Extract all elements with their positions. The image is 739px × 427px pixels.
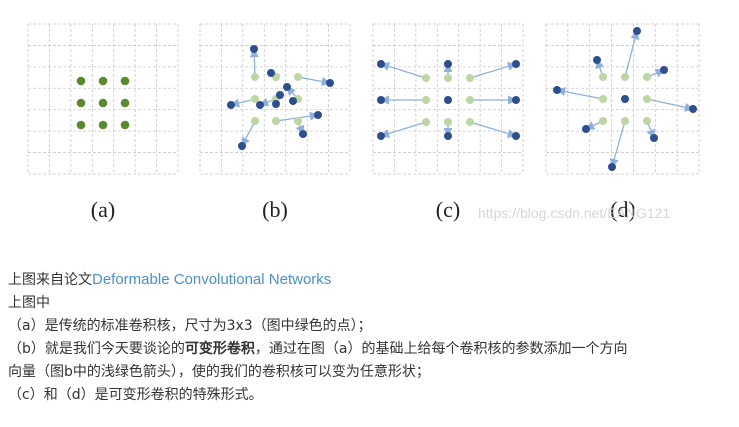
- sampling-dot-blue: [283, 83, 291, 91]
- sampling-dot-blue: [377, 96, 385, 104]
- source-line: 上图来自论文Deformable Convolutional Networks: [8, 268, 733, 292]
- sampling-dot-blue: [256, 101, 264, 109]
- sampling-dot-light-green: [466, 96, 474, 104]
- kernel-dot-green: [76, 76, 86, 86]
- paper-link[interactable]: Deformable Convolutional Networks: [92, 271, 331, 288]
- caption-a: (a): [90, 197, 116, 222]
- sampling-dot-blue: [444, 132, 452, 140]
- sampling-dot-blue: [582, 125, 590, 133]
- sampling-dot-light-green: [466, 74, 474, 82]
- sampling-dot-blue: [314, 111, 322, 119]
- sampling-dot-light-green: [599, 95, 607, 103]
- item-b-suffix: ，通过在图（a）的基础上给每个卷积核的参数添加一个方向: [254, 341, 628, 357]
- sampling-dot-blue: [689, 105, 697, 113]
- caption-c: (c): [435, 197, 461, 222]
- sampling-dot-blue: [272, 100, 280, 108]
- sampling-dot-blue: [289, 97, 297, 105]
- sampling-dot-blue: [512, 96, 520, 104]
- sampling-dot-light-green: [643, 117, 651, 125]
- sampling-dot-blue: [512, 132, 520, 140]
- sampling-dot-blue: [553, 86, 561, 94]
- caption-b: (b): [262, 197, 288, 222]
- item-a-line: （a）是传统的标准卷积核，尺寸为3x3（图中绿色的点）；: [8, 318, 372, 334]
- sampling-dot-blue: [250, 45, 258, 53]
- item-b-bold: 可变形卷积: [184, 341, 255, 357]
- kernel-dot-green: [98, 120, 108, 130]
- sampling-dot-blue: [276, 91, 284, 99]
- sampling-dot-light-green: [294, 117, 302, 125]
- offset-arrow: [624, 30, 640, 78]
- offset-arrow: [646, 98, 694, 112]
- article-body: 上图来自论文Deformable Convolutional Networks …: [8, 268, 733, 407]
- item-cd-line: （c）和（d）是可变形卷积的特殊形式。: [8, 387, 263, 403]
- sampling-dot-blue: [326, 79, 334, 87]
- item-b-line: （b）就是我们今天要谈论的可变形卷积，通过在图（a）的基础上给每个卷积核的参数添…: [8, 338, 733, 361]
- sampling-dot-light-green: [251, 73, 259, 81]
- sampling-dot-blue: [444, 60, 452, 68]
- sampling-dot-blue: [377, 60, 385, 68]
- watermark: https://blog.csdn.net/EANG121: [478, 205, 671, 221]
- sampling-dot-light-green: [294, 73, 302, 81]
- sampling-dot-light-green: [621, 117, 629, 125]
- sampling-dot-blue: [267, 69, 275, 77]
- offset-arrow: [380, 62, 427, 79]
- sampling-dot-light-green: [444, 118, 452, 126]
- kernel-dot-green: [120, 76, 130, 86]
- sampling-dot-light-green: [643, 73, 651, 81]
- offset-arrow: [556, 87, 604, 100]
- sampling-dot-light-green: [599, 73, 607, 81]
- offset-arrow: [609, 120, 626, 168]
- kernel-dot-green: [76, 98, 86, 108]
- item-b-continuation: 向量（图b中的浅绿色箭头），使的我们的卷积核可以变为任意形状；: [8, 364, 430, 380]
- sampling-dot-light-green: [466, 118, 474, 126]
- offset-arrow: [380, 121, 427, 138]
- intro-line: 上图中: [8, 295, 50, 311]
- kernel-dot-green: [76, 120, 86, 130]
- offset-arrow: [249, 48, 259, 78]
- sampling-dot-blue: [593, 56, 601, 64]
- offset-arrow: [297, 76, 331, 86]
- sampling-dot-blue: [621, 95, 629, 103]
- kernel-dot-green: [120, 98, 130, 108]
- sampling-dot-blue: [512, 60, 520, 68]
- sampling-dot-light-green: [422, 96, 430, 104]
- sampling-dot-blue: [227, 101, 235, 109]
- sampling-dot-light-green: [643, 95, 651, 103]
- kernel-dot-green: [120, 120, 130, 130]
- offset-arrow: [241, 120, 256, 147]
- item-b-prefix: （b）就是我们今天要谈论的: [8, 341, 185, 357]
- kernel-dot-green: [98, 98, 108, 108]
- sampling-dot-light-green: [251, 117, 259, 125]
- sampling-dot-blue: [444, 96, 452, 104]
- sampling-dot-blue: [633, 27, 641, 35]
- offset-arrow: [469, 62, 517, 79]
- sampling-dot-light-green: [272, 117, 280, 125]
- kernel-dot-green: [98, 76, 108, 86]
- sampling-dot-light-green: [599, 117, 607, 125]
- sampling-dot-blue: [650, 134, 658, 142]
- source-prefix: 上图来自论文: [8, 272, 92, 288]
- sampling-dot-light-green: [422, 118, 430, 126]
- sampling-dot-blue: [608, 163, 616, 171]
- sampling-dot-blue: [660, 66, 668, 74]
- sampling-dot-blue: [299, 130, 307, 138]
- sampling-dot-blue: [238, 142, 246, 150]
- offset-arrow: [469, 121, 517, 138]
- sampling-dot-light-green: [422, 74, 430, 82]
- sampling-dot-light-green: [444, 74, 452, 82]
- sampling-dot-blue: [377, 132, 385, 140]
- sampling-dot-light-green: [621, 73, 629, 81]
